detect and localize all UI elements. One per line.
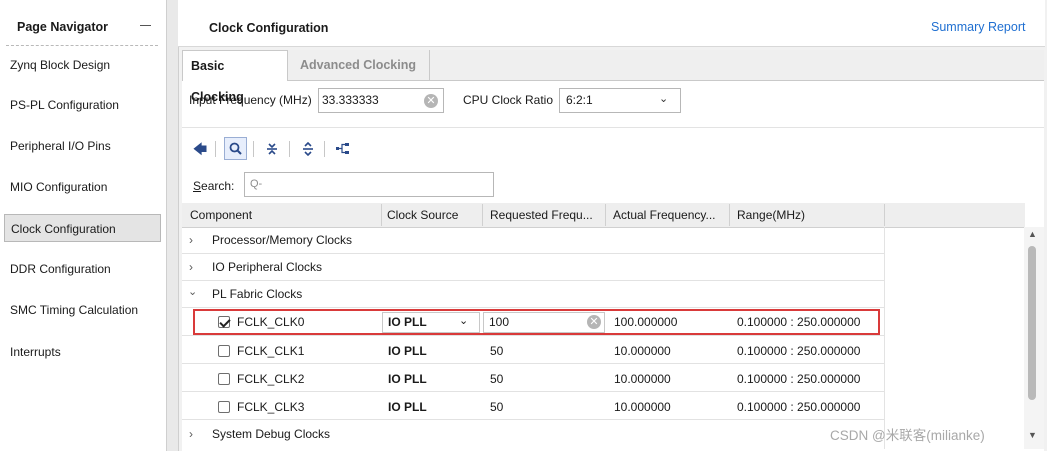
frequency-range: 0.100000 : 250.000000 [737,372,861,386]
checkbox[interactable] [218,345,230,357]
scroll-up-icon[interactable]: ▲ [1028,229,1037,239]
clock-name: FCLK_CLK1 [237,344,305,358]
column-header-actual-frequency[interactable]: Actual Frequency... [613,208,716,222]
frequency-range: 0.100000 : 250.000000 [737,400,861,414]
hierarchy-icon[interactable] [333,139,353,159]
toolbar-divider [253,141,254,157]
nav-item-clock-configuration[interactable]: Clock Configuration [4,214,161,242]
collapse-all-icon[interactable] [262,139,282,159]
requested-frequency: 50 [490,372,504,386]
scrollbar-thumb[interactable] [1028,246,1036,400]
highlight-box [193,309,880,335]
nav-item-zynq-block-design[interactable]: Zynq Block Design [4,51,161,79]
clock-name: FCLK_CLK3 [237,400,305,414]
input-frequency-label: Input Frequency (MHz) [189,93,312,107]
checkbox[interactable] [218,373,230,385]
scroll-down-icon[interactable]: ▼ [1028,430,1037,440]
search-icon[interactable] [224,137,247,160]
search-input[interactable] [244,172,494,197]
search-label-accelerator: S [193,179,202,193]
search-label: Search: [193,179,234,193]
clock-source: IO PLL [388,344,427,358]
nav-item-interrupts[interactable]: Interrupts [4,338,161,366]
clear-icon[interactable]: ✕ [424,94,438,108]
column-divider [729,204,730,226]
requested-frequency: 50 [490,344,504,358]
search-placeholder: Q- [250,178,263,190]
column-header-range[interactable]: Range(MHz) [737,208,805,222]
page-title: Clock Configuration [209,21,329,35]
nav-item-ddr-configuration[interactable]: DDR Configuration [4,255,161,283]
frequency-range: 0.100000 : 250.000000 [737,344,861,358]
column-divider [482,204,483,226]
watermark: CSDN @米联客(milianke) [830,428,985,443]
minimize-icon[interactable] [140,25,151,26]
tab-advanced-clocking[interactable]: Advanced Clocking [292,50,430,81]
actual-frequency: 10.000000 [614,400,671,414]
column-header-requested-frequency[interactable]: Requested Frequ... [490,208,593,222]
clock-source: IO PLL [388,372,427,386]
chevron-right-icon[interactable]: › [189,233,193,247]
column-header-component[interactable]: Component [190,208,252,222]
toolbar-separator [182,127,1044,128]
expand-all-icon[interactable] [298,139,318,159]
chevron-right-icon[interactable]: › [189,260,193,274]
nav-item-smc-timing-calculation[interactable]: SMC Timing Calculation [4,296,161,324]
chevron-right-icon[interactable]: › [189,427,193,441]
cpu-clock-ratio-value: 6:2:1 [566,93,593,107]
requested-frequency: 50 [490,400,504,414]
toolbar-divider [289,141,290,157]
clock-source: IO PLL [388,400,427,414]
table-header [182,203,1025,228]
column-header-clock-source[interactable]: Clock Source [387,208,458,222]
back-arrow-icon[interactable]: 🡄 [190,139,210,159]
page-navigator-title: Page Navigator [17,20,109,34]
toolbar-divider [324,141,325,157]
checkbox[interactable] [218,401,230,413]
tab-basic-clocking[interactable]: Basic Clocking [182,50,288,104]
group-label: Processor/Memory Clocks [212,233,353,247]
nav-item-peripheral-io-pins[interactable]: Peripheral I/O Pins [4,132,161,160]
nav-item-ps-pl-configuration[interactable]: PS-PL Configuration [4,91,161,119]
clock-name: FCLK_CLK2 [237,372,305,386]
column-divider [884,204,885,226]
chevron-down-icon[interactable]: ⌄ [188,285,197,298]
column-line [884,227,885,449]
cpu-clock-ratio-label: CPU Clock Ratio [463,93,554,107]
group-label: PL Fabric Clocks [212,287,303,301]
actual-frequency: 10.000000 [614,372,671,386]
search-label-text: earch: [201,179,235,193]
summary-report-link[interactable]: Summary Report [931,20,1025,34]
navigator-divider [6,45,158,46]
group-label: System Debug Clocks [212,427,331,441]
nav-item-mio-configuration[interactable]: MIO Configuration [4,173,161,201]
actual-frequency: 10.000000 [614,344,671,358]
toolbar-divider [215,141,216,157]
chevron-down-icon: ⌄ [659,93,669,105]
group-label: IO Peripheral Clocks [212,260,323,274]
column-divider [605,204,606,226]
column-divider [381,204,382,226]
input-frequency-value: 33.333333 [322,93,379,107]
